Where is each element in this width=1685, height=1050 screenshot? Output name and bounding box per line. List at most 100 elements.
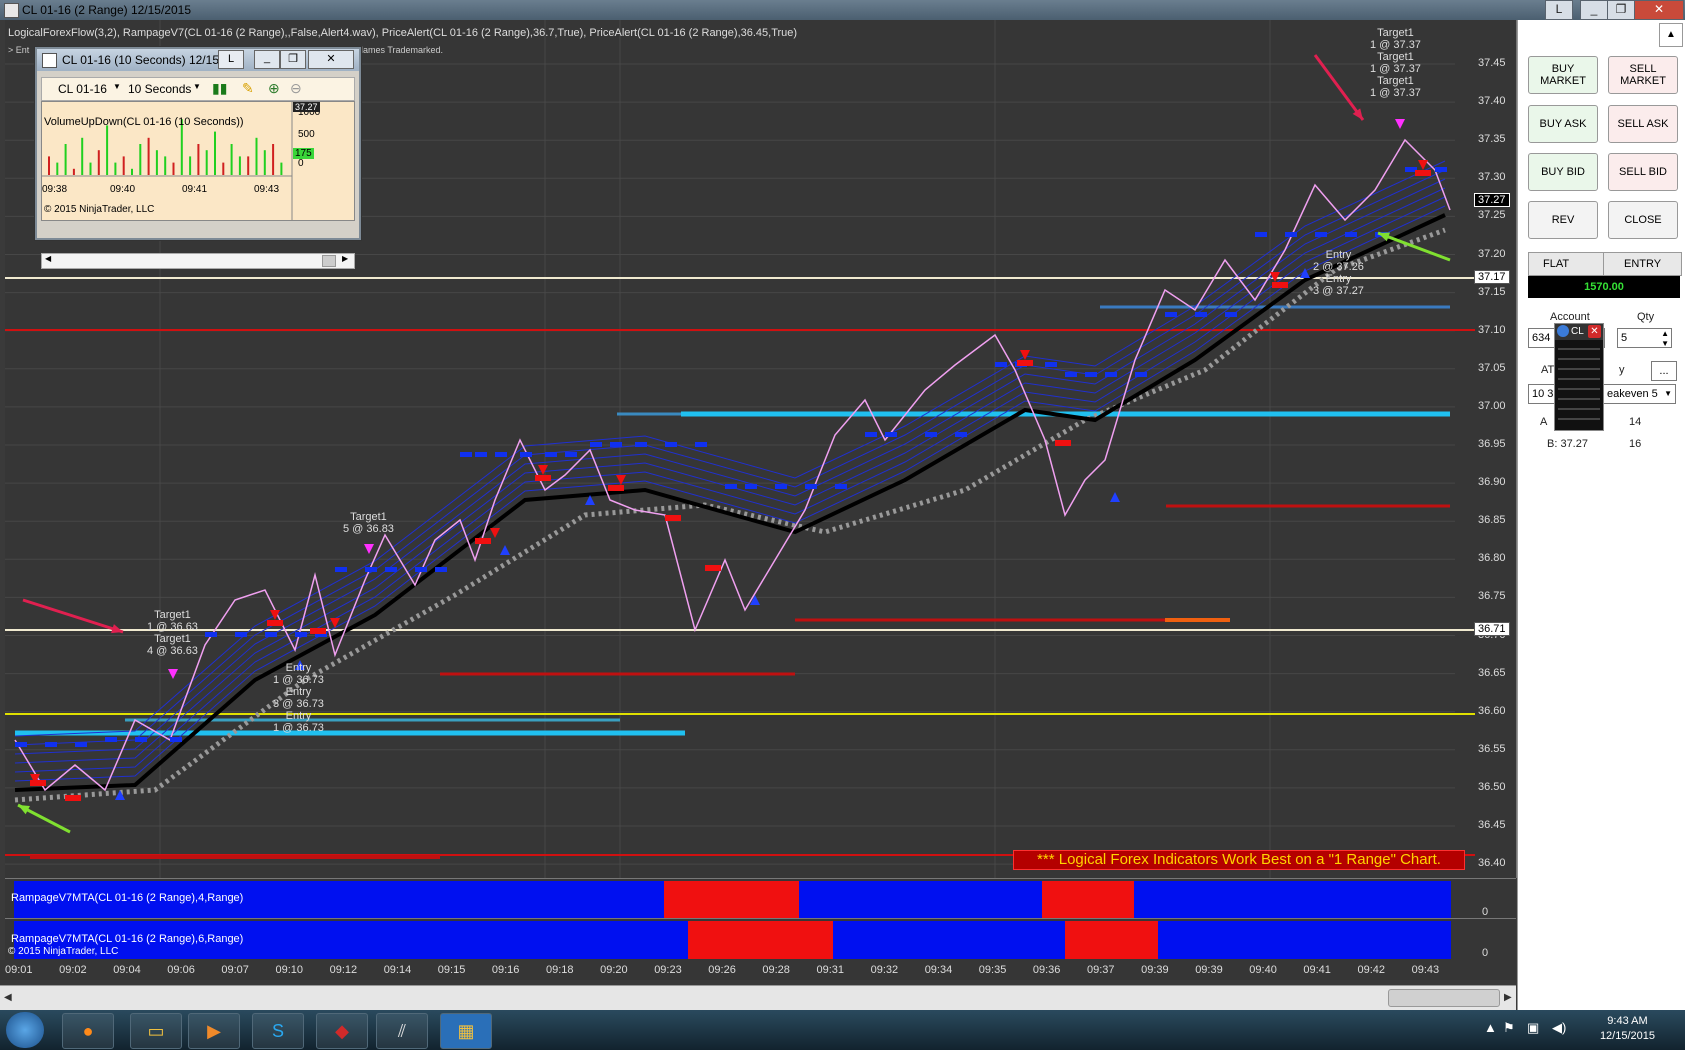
- mini-window-titlebar[interactable]: CL 01-16 (10 Seconds) 12/15 L _ ❐ ✕: [37, 49, 359, 71]
- time-axis-label: 09:41: [1303, 964, 1331, 976]
- firefox-icon[interactable]: ●: [62, 1013, 114, 1049]
- scroll-left-icon[interactable]: ◀: [4, 992, 12, 1003]
- chart-scrollbar[interactable]: ◀ ▶: [0, 985, 1516, 1011]
- network-icon[interactable]: ▣: [1527, 1020, 1539, 1036]
- ribbon-line: [14, 187, 1446, 764]
- taskbar-clock[interactable]: 9:43 AM 12/15/2015: [1600, 1014, 1655, 1044]
- chevron-down-icon: ▼: [1664, 389, 1672, 398]
- close-button[interactable]: ✕: [1634, 0, 1684, 20]
- stepper-down-icon[interactable]: ▼: [1661, 335, 1669, 353]
- sell-arrow-icon: [330, 618, 340, 628]
- trend-dot: [435, 567, 447, 572]
- volume-bar: [164, 156, 167, 175]
- mini-interval-select[interactable]: 10 Seconds: [128, 82, 191, 96]
- volume-bar: [72, 168, 75, 175]
- charting-app-icon[interactable]: ▦: [440, 1013, 492, 1049]
- atm-more-button[interactable]: ...: [1651, 361, 1677, 381]
- volume-bar: [48, 156, 50, 175]
- panel-collapse-icon[interactable]: ▲: [1659, 23, 1683, 47]
- scroll-left-icon[interactable]: ◀: [45, 254, 51, 263]
- sell-market-button[interactable]: SELL MARKET: [1608, 56, 1678, 94]
- folder-icon[interactable]: ▭: [130, 1013, 182, 1049]
- time-axis-label: 09:18: [546, 964, 574, 976]
- volume-bar: [147, 137, 150, 175]
- mini-toolbar: CL 01-16 ▼ 10 Seconds ▼ ▮▮ ✎ ⊕ ⊖: [41, 77, 355, 101]
- trend-dot: [955, 432, 967, 437]
- time-axis-label: 09:20: [600, 964, 628, 976]
- ninjatrader-icon[interactable]: ⫽: [376, 1013, 428, 1049]
- stop-marker: [1055, 440, 1071, 446]
- pane2-label: RampageV7MTA(CL 01-16 (2 Range),6,Range): [11, 933, 244, 945]
- close-position-button[interactable]: CLOSE: [1608, 201, 1678, 239]
- ask-size: 14: [1629, 416, 1642, 428]
- volume-icon[interactable]: ◀): [1552, 1020, 1566, 1036]
- volume-bar: [238, 156, 241, 175]
- trend-dot: [295, 632, 307, 637]
- stop-marker: [535, 475, 551, 481]
- time-axis-label: 09:01: [5, 964, 33, 976]
- sell-bid-button[interactable]: SELL BID: [1608, 153, 1678, 191]
- mini-close-button[interactable]: ✕: [308, 50, 354, 69]
- window-title: CL 01-16 (2 Range) 12/15/2015: [22, 3, 192, 17]
- restore-button[interactable]: ❐: [1607, 0, 1635, 20]
- entry-label: ENTRY: [1624, 258, 1662, 270]
- time-axis-label: 09:07: [221, 964, 249, 976]
- time-axis-label: 09:40: [1249, 964, 1277, 976]
- trend-dot: [745, 484, 757, 489]
- mini-minimize-button[interactable]: _: [254, 50, 280, 69]
- pane1-zero: 0: [1482, 906, 1489, 918]
- media-player-icon[interactable]: ▶: [188, 1013, 240, 1049]
- time-axis-label: 09:15: [437, 964, 466, 976]
- trend-dot: [590, 442, 602, 447]
- scroll-thumb[interactable]: [1388, 989, 1500, 1007]
- time-axis-label: 09:06: [167, 964, 195, 976]
- mini-link-button[interactable]: L: [218, 50, 244, 69]
- zoom-in-icon[interactable]: ⊕: [268, 80, 280, 97]
- scroll-right-icon[interactable]: ▶: [1504, 992, 1512, 1003]
- trend-dot: [45, 742, 57, 747]
- sell-ask-button[interactable]: SELL ASK: [1608, 105, 1678, 143]
- minimize-button[interactable]: _: [1580, 0, 1608, 20]
- trend-dot: [835, 484, 847, 489]
- mini-instrument-select[interactable]: CL 01-16: [58, 82, 107, 96]
- mini-chart-window[interactable]: CL 01-16 (10 Seconds) 12/15 L _ ❐ ✕ CL 0…: [35, 47, 361, 269]
- zoom-out-icon[interactable]: ⊖: [290, 80, 302, 97]
- trend-dot: [1105, 372, 1117, 377]
- trend-dot: [15, 742, 27, 747]
- mini-scroll-thumb[interactable]: [322, 255, 336, 267]
- buy-ask-button[interactable]: BUY ASK: [1528, 105, 1598, 143]
- close-icon[interactable]: ✕: [1588, 325, 1601, 338]
- candlestick-icon[interactable]: ▮▮: [212, 80, 227, 97]
- start-button[interactable]: [6, 1012, 44, 1048]
- time-axis-label: 09:02: [59, 964, 87, 976]
- reverse-button[interactable]: REV: [1528, 201, 1598, 239]
- note-prefix: > Ent: [8, 45, 30, 55]
- volume-bar: [280, 162, 283, 175]
- app-icon[interactable]: ◆: [316, 1013, 368, 1049]
- chevron-down-icon: ▼: [113, 82, 121, 91]
- time-axis-label: 09:31: [816, 964, 845, 976]
- time-axis-label: 09:35: [978, 964, 1007, 976]
- tray-expand-icon[interactable]: ▲: [1484, 1020, 1497, 1035]
- quantity-stepper[interactable]: 5 ▲ ▼: [1617, 328, 1672, 348]
- mini-scrollbar[interactable]: ◀ ▶: [41, 253, 355, 269]
- mini-time-label: 09:43: [254, 184, 280, 195]
- target-label: Target1 1 @ 37.37: [1370, 75, 1421, 99]
- scroll-right-icon[interactable]: ▶: [342, 254, 348, 263]
- trend-dot: [335, 567, 347, 572]
- trend-dot: [135, 737, 147, 742]
- buy-bid-button[interactable]: BUY BID: [1528, 153, 1598, 191]
- pencil-icon[interactable]: ✎: [242, 80, 254, 97]
- buy-market-button[interactable]: BUY MARKET: [1528, 56, 1598, 94]
- link-button[interactable]: L: [1545, 0, 1573, 20]
- flag-icon[interactable]: ⚑: [1503, 1020, 1515, 1036]
- time-axis-label: 09:37: [1087, 964, 1115, 976]
- target-marker-icon: [364, 544, 374, 554]
- mini-restore-button[interactable]: ❐: [280, 50, 306, 69]
- volume-bar: [197, 144, 200, 175]
- instrument-popup[interactable]: CL ✕: [1554, 323, 1604, 431]
- skype-icon[interactable]: S: [252, 1013, 304, 1049]
- mini-volume-plot: VolumeUpDown(CL 01-16 (10 Seconds)) © 20…: [41, 101, 355, 221]
- mini-axis-0: 0: [298, 158, 304, 169]
- stop-marker: [475, 538, 491, 544]
